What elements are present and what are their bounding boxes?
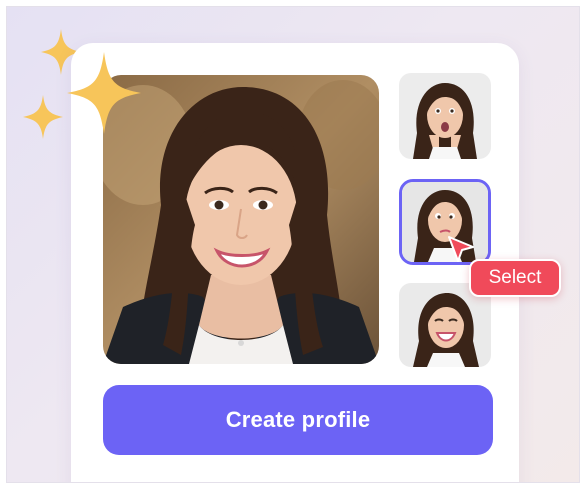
pointer-cursor-icon	[448, 236, 474, 262]
thumbnail-playful-selected[interactable]	[399, 179, 491, 265]
background-scene: Create profile Select	[6, 6, 580, 483]
create-profile-button[interactable]: Create profile	[103, 385, 493, 455]
sparkle-icon	[23, 95, 63, 139]
main-profile-photo	[103, 75, 379, 364]
sparkle-icon	[67, 52, 141, 134]
select-badge: Select	[469, 259, 561, 297]
thumbnail-surprised[interactable]	[399, 73, 491, 159]
